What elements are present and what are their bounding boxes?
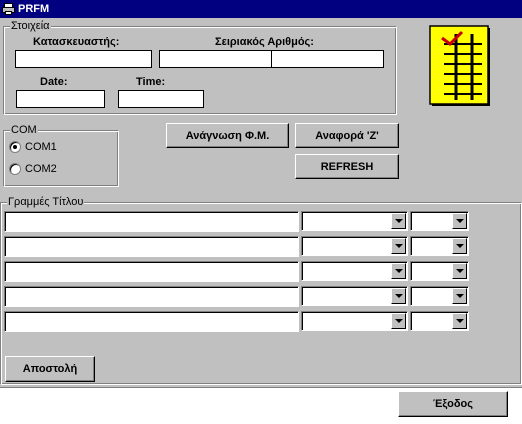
printer-icon (2, 3, 15, 15)
header-line-3-input[interactable] (4, 261, 299, 282)
chevron-down-icon[interactable] (452, 263, 467, 279)
title-bar[interactable]: PRFM (0, 0, 522, 18)
com2-option[interactable]: COM2 (9, 163, 57, 175)
header-lines-group-legend: Γραμμές Τίτλου (7, 196, 85, 208)
time-field[interactable] (118, 90, 204, 108)
com1-label: COM1 (25, 141, 57, 153)
chevron-down-icon[interactable] (391, 288, 406, 304)
manufacturer-field[interactable] (15, 50, 152, 68)
header-line-3-style-select[interactable] (301, 261, 408, 281)
manufacturer-label: Κατασκευαστής: (33, 36, 120, 48)
header-line-3-align-select[interactable] (410, 261, 469, 281)
details-group-legend: Στοιχεία (10, 20, 51, 32)
header-line-4-input[interactable] (4, 286, 299, 307)
chevron-down-icon[interactable] (452, 313, 467, 329)
com-group: COM (3, 124, 119, 187)
com2-radio[interactable] (9, 163, 21, 175)
exit-button[interactable]: Έξοδος (398, 391, 508, 417)
date-label: Date: (40, 76, 68, 88)
header-line-1-style-select[interactable] (301, 211, 408, 231)
com1-option[interactable]: COM1 (9, 141, 57, 153)
serial-number-label: Σειριακός Αριθμός: (215, 36, 314, 48)
header-line-5-input[interactable] (4, 311, 299, 332)
header-line-2-style-select[interactable] (301, 236, 408, 256)
header-line-5-style-select[interactable] (301, 311, 408, 331)
header-line-4-align-select[interactable] (410, 286, 469, 306)
header-line-1-input[interactable] (4, 211, 299, 232)
window-title: PRFM (18, 3, 50, 15)
chevron-down-icon[interactable] (391, 213, 406, 229)
serial-number-field-2[interactable] (271, 50, 384, 68)
chevron-down-icon[interactable] (391, 238, 406, 254)
com1-radio[interactable] (9, 141, 21, 153)
chevron-down-icon[interactable] (452, 213, 467, 229)
spreadsheet-document-icon (429, 25, 490, 106)
time-label: Time: (136, 76, 166, 88)
serial-number-field-1[interactable] (159, 50, 272, 68)
chevron-down-icon[interactable] (391, 263, 406, 279)
header-line-4-style-select[interactable] (301, 286, 408, 306)
z-report-button[interactable]: Αναφορά 'Z' (295, 123, 399, 148)
date-field[interactable] (16, 90, 105, 108)
header-line-5-align-select[interactable] (410, 311, 469, 331)
header-line-2-input[interactable] (4, 236, 299, 257)
send-button[interactable]: Αποστολή (5, 356, 95, 382)
chevron-down-icon[interactable] (452, 288, 467, 304)
com2-label: COM2 (25, 163, 57, 175)
chevron-down-icon[interactable] (452, 238, 467, 254)
header-line-1-align-select[interactable] (410, 211, 469, 231)
read-fiscal-memory-button[interactable]: Ανάγνωση Φ.Μ. (166, 123, 289, 148)
refresh-button[interactable]: REFRESH (295, 154, 399, 179)
com-group-legend: COM (10, 124, 38, 136)
chevron-down-icon[interactable] (391, 313, 406, 329)
header-line-2-align-select[interactable] (410, 236, 469, 256)
